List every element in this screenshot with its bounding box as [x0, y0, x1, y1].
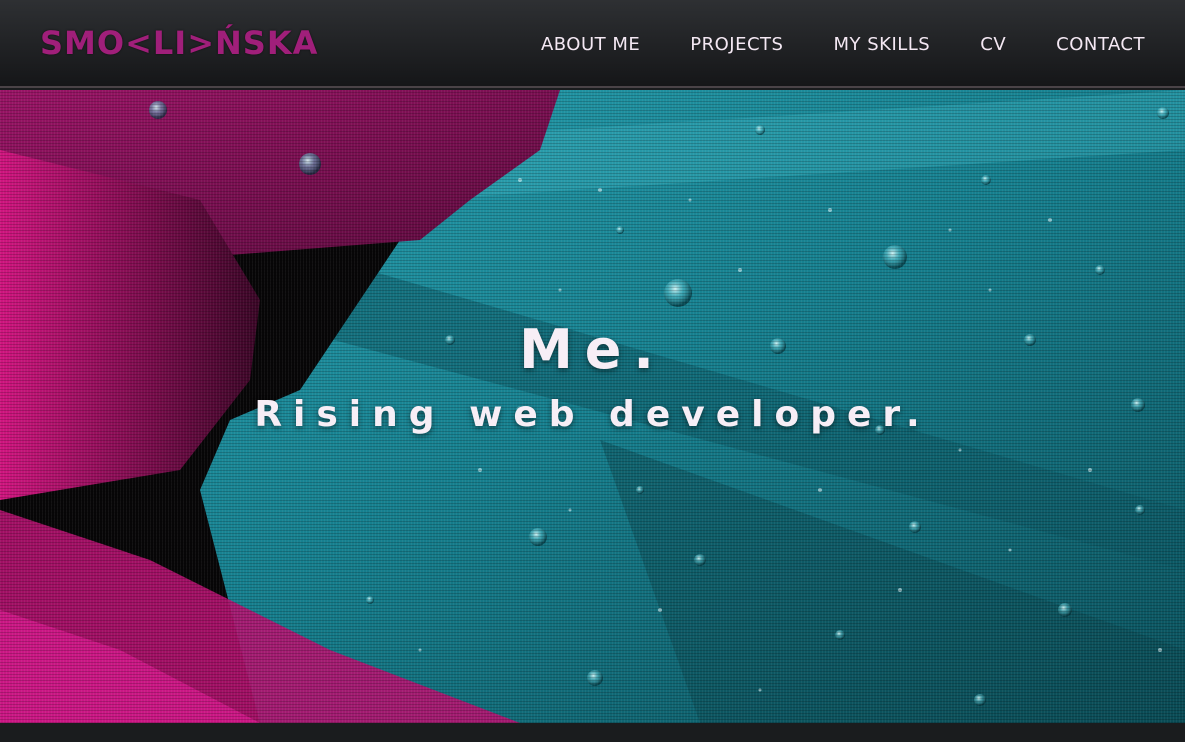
- top-navbar: SMO<LI>ŃSKA ABOUT ME PROJECTS MY SKILLS …: [0, 0, 1185, 88]
- bottom-strip: [0, 723, 1185, 742]
- site-logo[interactable]: SMO<LI>ŃSKA: [40, 24, 318, 62]
- main-nav: ABOUT ME PROJECTS MY SKILLS CV CONTACT: [541, 0, 1145, 88]
- nav-about-me[interactable]: ABOUT ME: [541, 34, 640, 55]
- hero-title: Me.: [519, 318, 666, 381]
- nav-my-skills[interactable]: MY SKILLS: [833, 34, 930, 55]
- hero-section: Me. Rising web developer.: [0, 90, 1185, 723]
- nav-projects[interactable]: PROJECTS: [690, 34, 783, 55]
- hero-subtitle: Rising web developer.: [254, 394, 931, 435]
- nav-contact[interactable]: CONTACT: [1056, 34, 1145, 55]
- nav-cv[interactable]: CV: [980, 34, 1006, 55]
